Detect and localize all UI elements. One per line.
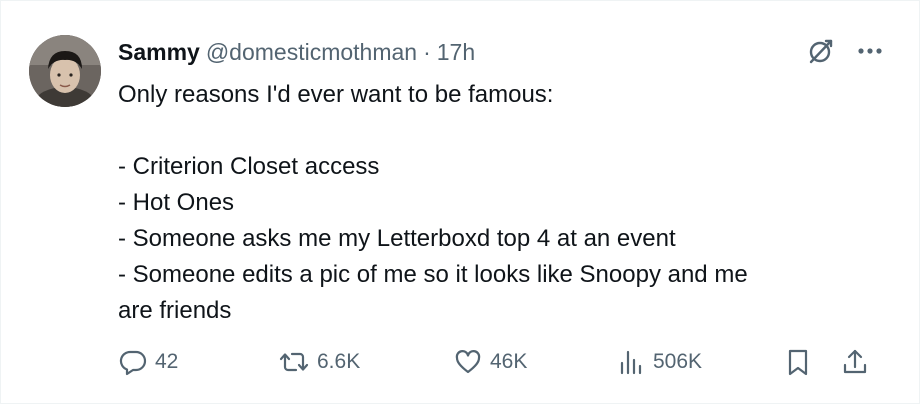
repost-icon (279, 352, 309, 372)
views-button[interactable]: 506K (616, 347, 702, 377)
share-button[interactable] (840, 347, 870, 377)
action-bar: 42 6.6K 46K 506K (118, 347, 870, 381)
bookmark-button[interactable] (784, 347, 812, 377)
tweet-intro: Only reasons I'd ever want to be famous: (118, 81, 554, 108)
list-item: - Criterion Closet access (118, 153, 380, 180)
view-count: 506K (653, 350, 703, 373)
display-name[interactable]: Sammy (118, 39, 200, 65)
list-item: are friends (118, 297, 232, 324)
avatar[interactable] (29, 35, 101, 107)
views-icon (620, 350, 642, 375)
separator-dot: · (423, 39, 431, 65)
bookmark-icon (788, 349, 808, 376)
post-timestamp[interactable]: 17h (437, 39, 475, 65)
list-item: - Someone edits a pic of me so it looks … (118, 261, 748, 288)
reply-button[interactable]: 42 (118, 347, 178, 377)
grok-icon[interactable] (807, 37, 835, 65)
top-actions (807, 37, 883, 65)
reply-count: 42 (155, 350, 179, 373)
repost-button[interactable]: 6.6K (278, 347, 360, 377)
repost-count: 6.6K (317, 350, 361, 373)
list-item: - Hot Ones (118, 189, 235, 216)
like-count: 46K (490, 350, 528, 373)
reply-icon (119, 350, 147, 376)
share-icon (843, 349, 867, 374)
tweet-text: Only reasons I'd ever want to be famous:… (118, 77, 878, 329)
tweet-header: Sammy @domesticmothman · 17h (118, 38, 475, 66)
like-button[interactable]: 46K (453, 347, 527, 377)
more-icon[interactable] (857, 47, 883, 55)
user-handle[interactable]: @domesticmothman (206, 39, 417, 65)
like-icon (455, 350, 481, 374)
list-item: - Someone asks me my Letterboxd top 4 at… (118, 225, 676, 252)
tweet-card[interactable]: Sammy @domesticmothman · 17h Only reasons I… (0, 0, 920, 404)
